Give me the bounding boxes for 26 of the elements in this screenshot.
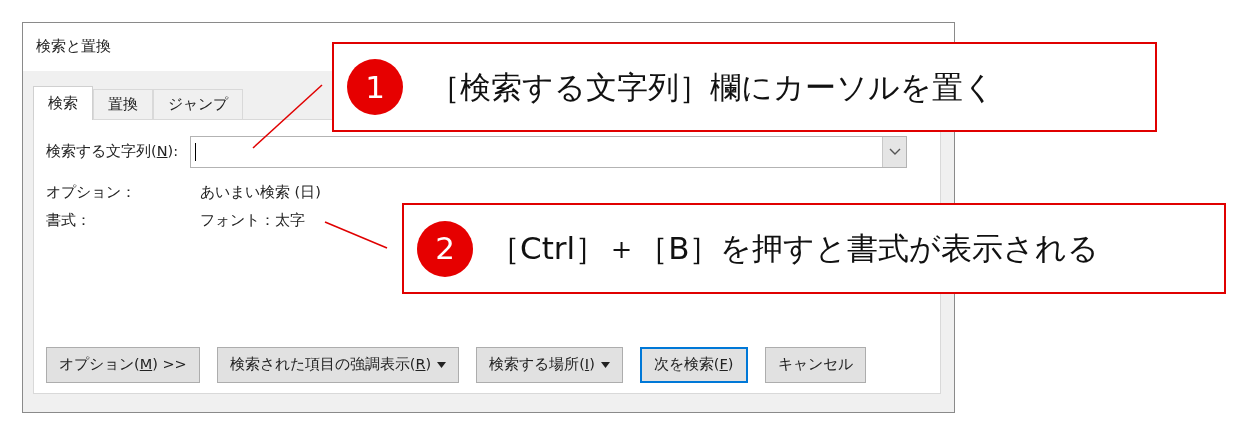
callout-text: ［Ctrl］＋［B］を押すと書式が表示される	[489, 229, 1100, 269]
dialog-button[interactable]: オプション(M) >>	[46, 347, 200, 383]
caret-icon	[600, 362, 610, 368]
chevron-down-icon	[888, 148, 901, 156]
number-badge: 2	[417, 220, 473, 277]
leader-line	[324, 221, 388, 249]
option-label: オプション：	[46, 183, 137, 202]
search-field[interactable]	[190, 136, 908, 168]
field-label: 検索する文字列(N):	[46, 142, 179, 162]
window-title: 検索と置換	[36, 37, 111, 57]
dialog-button[interactable]: 次を検索(F)	[639, 347, 748, 383]
tab[interactable]: ジャンプ	[153, 89, 243, 119]
text-cursor	[195, 143, 197, 161]
dialog-button[interactable]: 検索する場所(I)	[476, 347, 623, 383]
dialog-button[interactable]: 検索された項目の強調表示(R)	[216, 347, 460, 383]
tab[interactable]: 検索	[33, 86, 93, 120]
tab[interactable]: 置換	[93, 89, 153, 119]
option-value: あいまい検索 (日)	[200, 183, 321, 202]
callout-text: ［検索する文字列］欄にカーソルを置く	[429, 67, 995, 107]
caret-icon	[437, 362, 447, 368]
option-label: 書式：	[46, 210, 92, 230]
dialog-button[interactable]: キャンセル	[764, 347, 866, 383]
number-badge: 1	[347, 59, 403, 115]
dropdown-button[interactable]	[882, 137, 907, 167]
leader-line	[252, 84, 323, 149]
option-value: フォント：太字	[200, 210, 305, 230]
